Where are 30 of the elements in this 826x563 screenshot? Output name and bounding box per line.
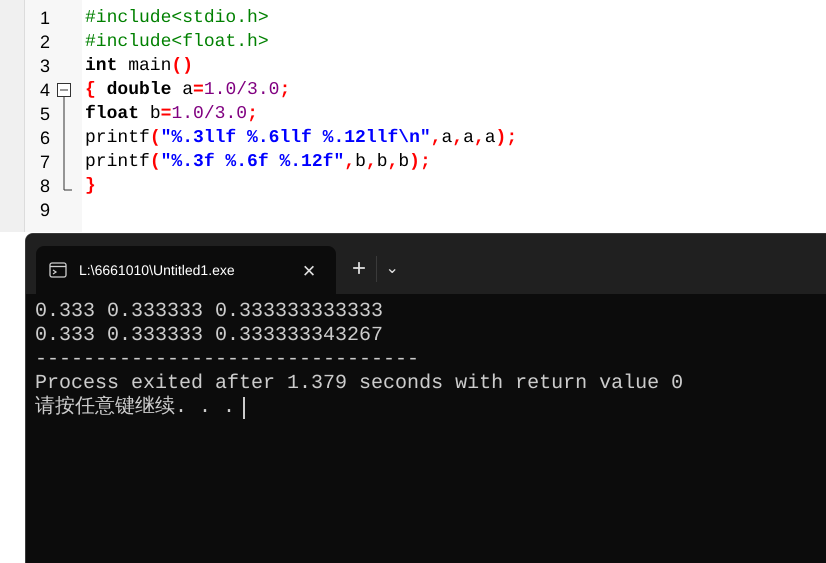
line-number: 1 [40,8,50,28]
code-line: printf("%.3f %.6f %.12f",b,b,b); [85,152,431,172]
tab-title: L:\6661010\Untitled1.exe [79,260,236,280]
line-number: 8 [40,176,50,196]
output-line: 0.333 0.333333 0.333333343267 [35,324,384,348]
text-cursor [243,397,246,419]
close-tab-button[interactable]: × [295,256,323,284]
line-number: 9 [40,200,50,220]
dropdown-button[interactable]: ⌄ [377,254,407,284]
code-line: #include<float.h> [85,32,269,52]
code-line: } [85,176,96,196]
code-line: int main() [85,56,194,76]
line-number: 6 [40,128,50,148]
line-number: 5 [40,104,50,124]
code-line: printf("%.3llf %.6llf %.12llf\n",a,a,a); [85,128,518,148]
fold-marker-icon[interactable] [57,83,73,191]
output-line: 0.333 0.333333 0.333333333333 [35,300,384,324]
line-number: 4 [40,80,50,100]
output-line: Process exited after 1.379 seconds with return value 0 [35,372,684,396]
line-number: 2 [40,32,50,52]
code-line: #include<stdio.h> [85,8,269,28]
line-number: 3 [40,56,50,76]
output-line: -------------------------------- [35,348,420,372]
console-icon [49,262,67,278]
code-line: { double a=1.0/3.0; [85,80,290,100]
new-tab-button[interactable]: + [342,254,376,284]
code-line: float b=1.0/3.0; [85,104,258,124]
line-number: 7 [40,152,50,172]
output-line: 请按任意键继续. . . [35,396,236,420]
terminal-tab[interactable]: L:\6661010\Untitled1.exe × [36,246,336,294]
